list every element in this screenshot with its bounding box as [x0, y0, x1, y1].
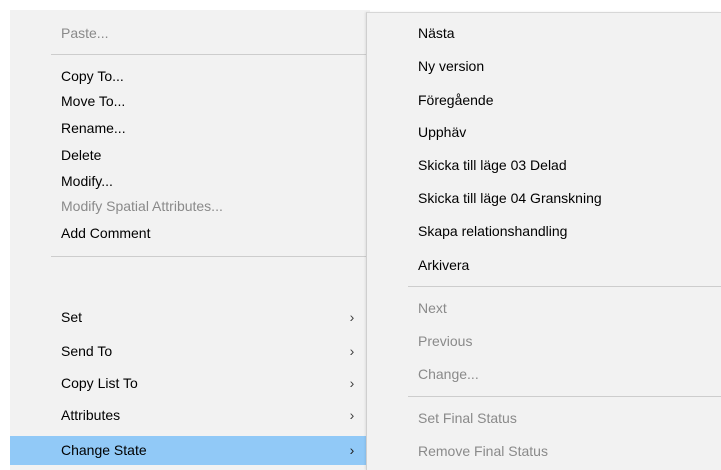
- menu-item-label: Previous: [418, 333, 473, 349]
- menu-item-label: Paste...: [61, 25, 109, 41]
- menu-item-label: Delete: [61, 147, 102, 163]
- menu-separator: [408, 286, 721, 287]
- menu-item-label: Change...: [418, 366, 479, 382]
- submenu-item-skicka-04-granskning[interactable]: Skicka till läge 04 Granskning: [367, 186, 721, 211]
- submenu-item-previous[interactable]: Previous: [367, 329, 721, 354]
- menu-item-modify-spatial-attributes[interactable]: Modify Spatial Attributes...: [10, 194, 370, 219]
- menu-item-move-to[interactable]: Move To...: [10, 89, 370, 114]
- menu-item-label: Nästa: [418, 25, 455, 41]
- menu-separator: [51, 54, 370, 55]
- menu-item-change-state[interactable]: Change State ›: [10, 436, 370, 465]
- menu-item-label: Remove Final Status: [418, 443, 548, 459]
- chevron-right-icon: ›: [349, 309, 355, 325]
- menu-item-label: Copy To...: [61, 68, 124, 84]
- menu-item-label: Skapa relationshandling: [418, 223, 568, 239]
- chevron-right-icon: ›: [349, 343, 355, 359]
- submenu-item-ny-version[interactable]: Ny version: [367, 54, 721, 79]
- menu-item-label: Change State: [61, 442, 147, 458]
- menu-item-label: Upphäv: [418, 124, 467, 140]
- change-state-submenu: Nästa Ny version Föregående Upphäv Skick…: [366, 12, 721, 470]
- submenu-item-skicka-03-delad[interactable]: Skicka till läge 03 Delad: [367, 153, 721, 178]
- menu-item-rename[interactable]: Rename...: [10, 116, 370, 141]
- chevron-right-icon: ›: [349, 407, 355, 423]
- menu-item-label: Föregående: [418, 92, 494, 108]
- menu-item-paste[interactable]: Paste...: [10, 21, 370, 46]
- submenu-item-upphav[interactable]: Upphäv: [367, 120, 721, 145]
- menu-item-label: Skicka till läge 04 Granskning: [418, 190, 602, 206]
- submenu-item-foregaende[interactable]: Föregående: [367, 88, 721, 113]
- chevron-right-icon: ›: [349, 442, 355, 458]
- menu-separator: [51, 256, 370, 257]
- menu-item-send-to[interactable]: Send To ›: [10, 339, 370, 364]
- menu-item-label: Skicka till läge 03 Delad: [418, 157, 567, 173]
- menu-item-label: Move To...: [61, 93, 126, 109]
- chevron-right-icon: ›: [349, 375, 355, 391]
- menu-item-delete[interactable]: Delete: [10, 143, 370, 168]
- submenu-item-set-final-status[interactable]: Set Final Status: [367, 406, 721, 431]
- menu-item-add-comment[interactable]: Add Comment: [10, 221, 370, 246]
- menu-item-label: Set Final Status: [418, 410, 517, 426]
- menu-item-label: Modify...: [61, 173, 113, 189]
- menu-item-label: Attributes: [61, 407, 121, 423]
- menu-item-modify[interactable]: Modify...: [10, 169, 370, 194]
- menu-item-label: Copy List To: [61, 375, 138, 391]
- menu-item-copy-list-to[interactable]: Copy List To ›: [10, 371, 370, 396]
- menu-item-label: Arkivera: [418, 257, 470, 273]
- submenu-item-next[interactable]: Next: [367, 296, 721, 321]
- submenu-item-skapa-relationshandling[interactable]: Skapa relationshandling: [367, 219, 721, 244]
- menu-item-label: Next: [418, 300, 447, 316]
- submenu-item-arkivera[interactable]: Arkivera: [367, 253, 721, 278]
- menu-item-label: Add Comment: [61, 225, 151, 241]
- menu-item-set[interactable]: Set ›: [10, 305, 370, 330]
- context-menu: Paste... Copy To... Move To... Rename...…: [10, 10, 370, 470]
- submenu-item-change[interactable]: Change...: [367, 362, 721, 387]
- submenu-item-remove-final-status[interactable]: Remove Final Status: [367, 439, 721, 464]
- menu-item-label: Set: [61, 309, 83, 325]
- menu-item-label: Rename...: [61, 120, 126, 136]
- menu-item-label: Ny version: [418, 58, 485, 74]
- menu-item-attributes[interactable]: Attributes ›: [10, 403, 370, 428]
- submenu-item-nasta[interactable]: Nästa: [367, 21, 721, 46]
- menu-item-label: Modify Spatial Attributes...: [61, 198, 223, 214]
- menu-item-label: Send To: [61, 343, 113, 359]
- menu-item-copy-to[interactable]: Copy To...: [10, 64, 370, 89]
- menu-separator: [408, 396, 721, 397]
